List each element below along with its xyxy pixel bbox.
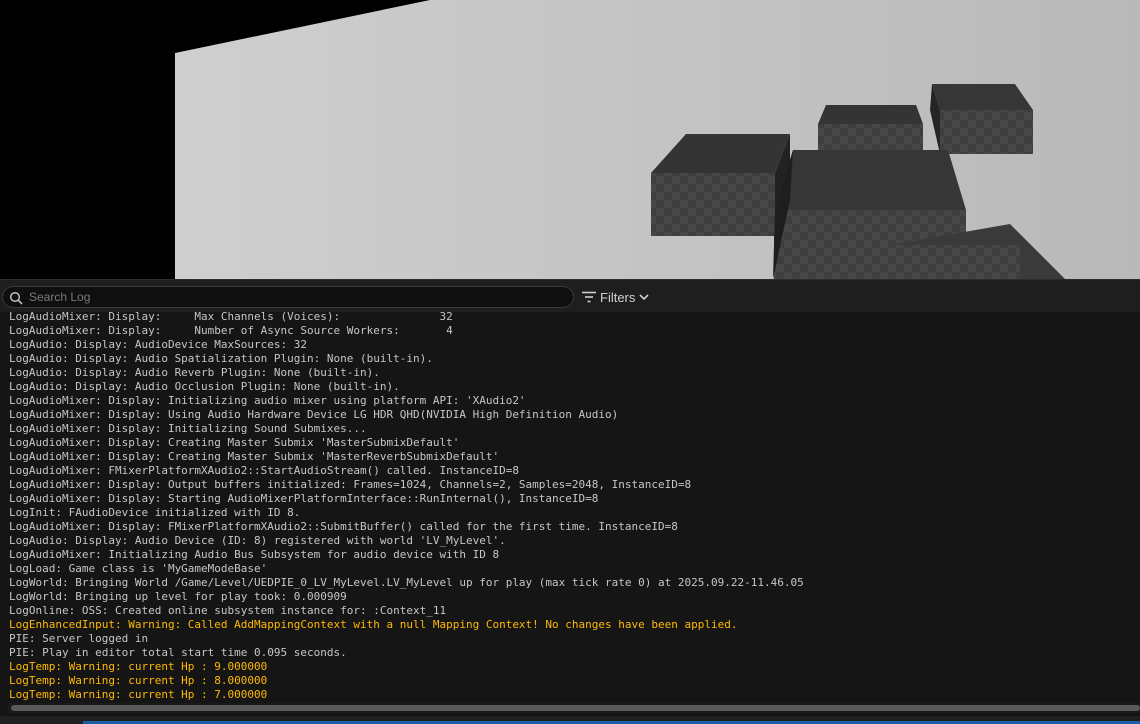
log-line: LogAudioMixer: Display: Number of Async …: [9, 324, 453, 337]
log-line: LogAudioMixer: Display: Creating Master …: [9, 436, 460, 449]
log-line: LogAudioMixer: Display: Initializing Sou…: [9, 422, 367, 435]
log-line: LogAudioMixer: Display: Starting AudioMi…: [9, 492, 599, 505]
search-box[interactable]: [2, 286, 574, 308]
log-line: LogAudio: Display: Audio Device (ID: 8) …: [9, 534, 506, 547]
log-line: LogLoad: Game class is 'MyGameModeBase': [9, 562, 268, 575]
filter-icon: [582, 291, 596, 303]
horizontal-scrollbar[interactable]: [8, 703, 1140, 713]
log-line: LogAudio: Display: Audio Occlusion Plugi…: [9, 380, 400, 393]
log-line: LogAudioMixer: FMixerPlatformXAudio2::St…: [9, 464, 519, 477]
log-line-warning: LogTemp: Warning: current Hp : 8.000000: [9, 674, 268, 687]
level-viewport[interactable]: [0, 0, 1140, 279]
log-line: LogInit: FAudioDevice initialized with I…: [9, 506, 301, 519]
log-lines: LogAudioMixer: Display: Max Channels (Vo…: [9, 312, 804, 702]
log-line: PIE: Play in editor total start time 0.0…: [9, 646, 347, 659]
log-output-area[interactable]: LogAudioMixer: Display: Max Channels (Vo…: [0, 312, 1140, 702]
log-line-warning: LogTemp: Warning: current Hp : 7.000000: [9, 688, 268, 701]
filters-button[interactable]: Filters: [582, 288, 649, 306]
log-line: LogAudioMixer: Display: Output buffers i…: [9, 478, 692, 491]
chevron-down-icon: [639, 294, 649, 301]
log-line-warning: LogEnhancedInput: Warning: Called AddMap…: [9, 618, 738, 631]
log-toolbar: Filters: [0, 280, 1140, 312]
log-line: LogAudioMixer: Initializing Audio Bus Su…: [9, 548, 500, 561]
log-line: LogAudioMixer: Display: FMixerPlatformXA…: [9, 520, 678, 533]
log-line: PIE: Server logged in: [9, 632, 149, 645]
log-line: LogAudioMixer: Display: Using Audio Hard…: [9, 408, 619, 421]
scrollbar-thumb[interactable]: [11, 705, 1140, 711]
log-line: LogAudioMixer: Display: Max Channels (Vo…: [9, 312, 453, 323]
log-line: LogWorld: Bringing World /Game/Level/UED…: [9, 576, 804, 589]
search-input[interactable]: [29, 289, 559, 305]
log-line: LogAudioMixer: Display: Initializing aud…: [9, 394, 526, 407]
search-icon: [9, 291, 23, 305]
log-line: LogAudio: Display: AudioDevice MaxSource…: [9, 338, 308, 351]
log-line: LogAudioMixer: Display: Creating Master …: [9, 450, 500, 463]
log-line: LogAudio: Display: Audio Reverb Plugin: …: [9, 366, 380, 379]
cube-left-front: [651, 173, 775, 236]
log-line-warning: LogTemp: Warning: current Hp : 9.000000: [9, 660, 268, 673]
scene-render: [0, 0, 1140, 279]
filters-label: Filters: [600, 289, 636, 305]
output-log-panel: Filters LogAudioMixer: Display: Max Chan…: [0, 279, 1140, 724]
log-line: LogOnline: OSS: Created online subsystem…: [9, 604, 447, 617]
log-line: LogWorld: Bringing up level for play too…: [9, 590, 347, 603]
log-line: LogAudio: Display: Audio Spatialization …: [9, 352, 433, 365]
